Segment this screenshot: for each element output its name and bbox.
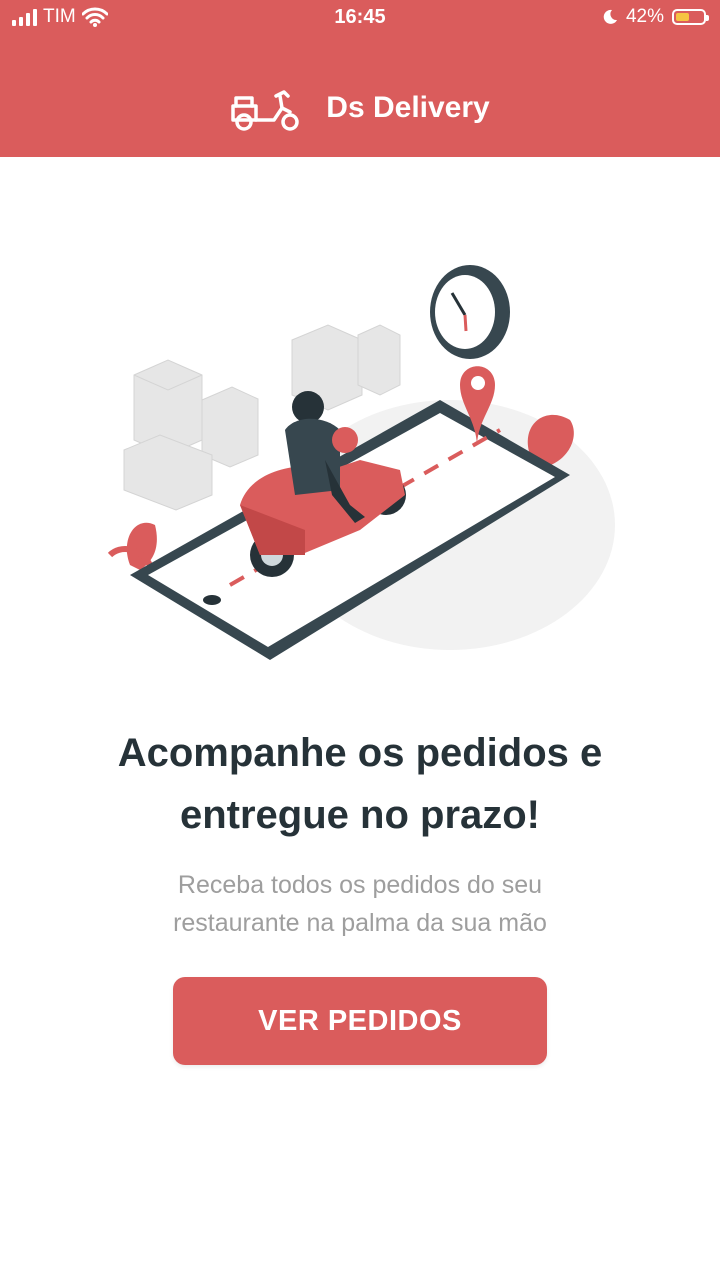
scooter-icon	[231, 90, 300, 131]
headline-line-1: Acompanhe os pedidos e	[117, 731, 603, 775]
headline-line-2: entregue no prazo!	[179, 793, 541, 837]
brand: Ds Delivery	[0, 84, 720, 132]
page-subtitle: Receba todos os pedidos do seu restauran…	[60, 866, 660, 942]
app-header: TIM 16:45 42% Ds Delivery	[0, 0, 720, 157]
status-right: 42%	[602, 6, 709, 28]
subtitle-line-1: Receba todos os pedidos do seu	[177, 871, 543, 899]
status-bar: TIM 16:45 42%	[0, 0, 720, 36]
moon-icon	[603, 9, 617, 24]
page-headline: Acompanhe os pedidos e entregue no prazo…	[40, 722, 680, 846]
ver-pedidos-button[interactable]: VER PEDIDOS	[173, 977, 547, 1065]
delivery-illustration	[107, 265, 615, 660]
battery-icon	[672, 9, 709, 25]
battery-percent: 42%	[625, 6, 664, 27]
subtitle-line-2: restaurante na palma da sua mão	[173, 909, 547, 937]
app-title: Ds Delivery	[326, 91, 490, 124]
